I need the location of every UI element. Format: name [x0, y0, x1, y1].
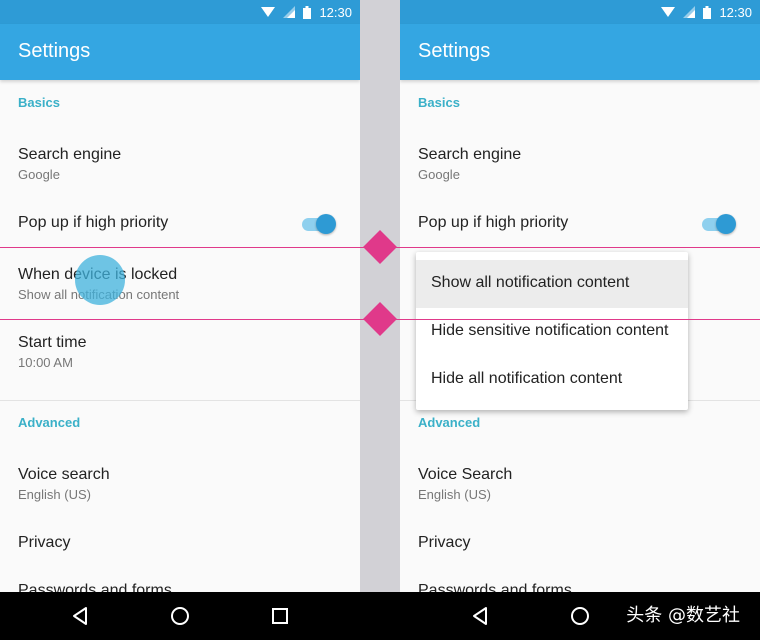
signal-icon: [683, 6, 696, 18]
setting-title: Privacy: [18, 534, 71, 551]
comparison-stage: 12:30 Settings Basics Search engine Goog…: [0, 0, 760, 640]
setting-title: Pop up if high priority: [418, 214, 569, 231]
section-header-advanced: Advanced: [18, 415, 81, 430]
page-title: Settings: [418, 40, 491, 62]
section-header-basics: Basics: [418, 95, 460, 110]
page-title: Settings: [18, 40, 91, 62]
alignment-marker-bottom: [363, 302, 397, 336]
status-time: 12:30: [719, 4, 752, 20]
priority-toggle[interactable]: [300, 213, 336, 235]
option-label: Hide all notification content: [431, 370, 623, 387]
touch-indicator: [75, 255, 125, 305]
dropdown-option-hide-all[interactable]: Hide all notification content: [416, 356, 688, 404]
setting-title: Voice search: [18, 466, 110, 483]
dropdown-option-hide-sensitive[interactable]: Hide sensitive notification content: [416, 308, 688, 356]
status-bar: 12:30: [0, 0, 360, 24]
battery-icon: [703, 5, 712, 19]
setting-device-locked[interactable]: When device is locked Show all notificat…: [0, 256, 360, 316]
setting-title: Search engine: [18, 146, 122, 163]
setting-title: Search engine: [418, 146, 522, 163]
setting-value: English (US): [418, 487, 491, 502]
setting-value: 10:00 AM: [18, 355, 73, 370]
section-header-advanced: Advanced: [418, 415, 481, 430]
app-bar: Settings: [0, 24, 360, 80]
wifi-icon: [261, 7, 276, 17]
section-header-basics: Basics: [18, 95, 60, 110]
notification-dropdown-menu: Show all notification content Hide sensi…: [416, 252, 688, 410]
setting-passwords[interactable]: Passwords and forms: [400, 572, 760, 592]
setting-title: Pop up if high priority: [18, 214, 169, 231]
left-phone-screen: 12:30 Settings Basics Search engine Goog…: [0, 0, 360, 592]
setting-start-time[interactable]: Start time 10:00 AM: [0, 324, 360, 384]
setting-value: English (US): [18, 487, 91, 502]
wifi-icon: [661, 7, 676, 17]
home-icon[interactable]: [168, 604, 192, 628]
dropdown-option-show-all[interactable]: Show all notification content: [416, 260, 688, 308]
status-time: 12:30: [319, 4, 352, 20]
setting-value: Google: [418, 167, 460, 182]
section-divider: [0, 400, 360, 401]
setting-search-engine[interactable]: Search engine Google: [0, 136, 360, 196]
setting-search-engine[interactable]: Search engine Google: [400, 136, 760, 196]
back-icon[interactable]: [68, 604, 92, 628]
setting-title: Start time: [18, 334, 87, 351]
recents-icon[interactable]: [268, 604, 292, 628]
setting-privacy[interactable]: Privacy: [400, 524, 760, 572]
setting-title: Voice Search: [418, 466, 513, 483]
setting-voice-search[interactable]: Voice Search English (US): [400, 456, 760, 516]
priority-toggle[interactable]: [700, 213, 736, 235]
watermark-text: 头条 @数艺社: [626, 605, 740, 626]
signal-icon: [283, 6, 296, 18]
app-bar: Settings: [400, 24, 760, 80]
setting-popup-priority[interactable]: Pop up if high priority: [400, 200, 760, 248]
setting-title: Passwords and forms: [418, 582, 572, 592]
setting-popup-priority[interactable]: Pop up if high priority: [0, 200, 360, 248]
navigation-bar: 头条 @数艺社: [0, 592, 760, 640]
setting-voice-search[interactable]: Voice search English (US): [0, 456, 360, 516]
alignment-marker-top: [363, 230, 397, 264]
option-label: Hide sensitive notification content: [431, 322, 669, 339]
home-icon[interactable]: [568, 604, 592, 628]
setting-title: Privacy: [418, 534, 471, 551]
option-label: Show all notification content: [431, 274, 630, 291]
setting-title: Passwords and forms: [18, 582, 172, 592]
back-icon[interactable]: [468, 604, 492, 628]
setting-passwords[interactable]: Passwords and forms: [0, 572, 360, 592]
status-bar: 12:30: [400, 0, 760, 24]
setting-value: Google: [18, 167, 60, 182]
battery-icon: [303, 5, 312, 19]
setting-privacy[interactable]: Privacy: [0, 524, 360, 572]
